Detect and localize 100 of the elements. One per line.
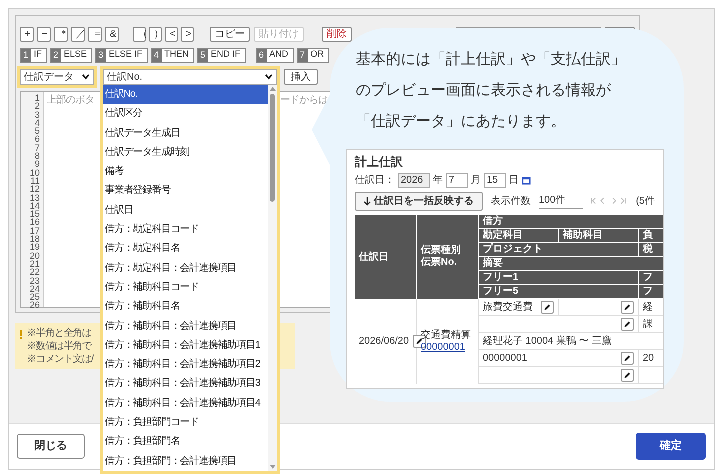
preview-title: 計上仕訳	[355, 154, 404, 170]
operator-button[interactable]: （	[133, 26, 146, 42]
pencil-icon	[624, 354, 631, 362]
day-unit: 日	[509, 174, 519, 188]
dropdown-option[interactable]: 借方：補助科目：会計連携補助項目3	[103, 374, 268, 394]
dropdown-option[interactable]: 借方：勘定科目名	[103, 239, 268, 259]
calendar-icon[interactable]	[522, 176, 531, 184]
field-select[interactable]: 仕訳No.	[103, 69, 277, 85]
header-cell: 勘定科目	[479, 229, 559, 243]
operator-button[interactable]: +	[20, 26, 34, 42]
category-select[interactable]: 仕訳データ	[20, 69, 94, 85]
chevron-down-icon	[82, 74, 90, 80]
operator-button[interactable]: >	[181, 26, 194, 42]
header-cell: 摘要	[479, 257, 663, 271]
logic-button[interactable]: 5 END IF	[197, 48, 246, 62]
dropdown-option[interactable]: 仕訳日	[103, 200, 268, 220]
date-label: 仕訳日：	[355, 174, 395, 188]
pencil-icon	[624, 304, 631, 310]
dropdown-option[interactable]: 借方：負担部門：会計連携項目	[103, 452, 268, 471]
pencil-icon	[624, 320, 631, 328]
date-text: 2026/06/20	[359, 335, 410, 349]
month-field[interactable]: 7	[446, 172, 468, 188]
operator-button[interactable]: ）	[149, 26, 162, 42]
dropdown-option[interactable]: 借方：補助科目：会計連携項目	[103, 316, 268, 336]
pencil-icon	[624, 372, 631, 378]
dropdown-option[interactable]: 借方：負担部門コード	[103, 413, 268, 432]
slip-number-link[interactable]: 00000001	[421, 342, 474, 354]
callout-text: 基本的には「計上仕訳」や「支払仕訳」	[355, 50, 627, 70]
callout-text: 「仕訳データ」にあたります。	[355, 112, 567, 132]
scrollbar[interactable]	[268, 85, 277, 471]
cell-text: 20	[643, 352, 654, 366]
edit-button[interactable]	[621, 300, 634, 314]
header-cell: 補助科目	[559, 229, 639, 243]
pager-text: (5件	[636, 194, 655, 208]
cell-text: 00000001	[483, 352, 528, 366]
logic-button[interactable]: 4 THEN	[150, 48, 194, 62]
cell-text: 課	[643, 318, 653, 332]
logic-button[interactable]: 7 OR	[296, 48, 330, 62]
operator-button[interactable]: ＝	[88, 26, 102, 42]
dropdown-option[interactable]: 借方：勘定科目コード	[103, 220, 268, 240]
logic-button[interactable]: 6 AND	[256, 48, 294, 62]
placeholder-text: ードからは	[280, 94, 328, 108]
edit-button[interactable]: コピー	[210, 26, 250, 42]
operator-button[interactable]: ＊	[54, 26, 68, 42]
dropdown-option[interactable]: 事業者登録番号	[103, 181, 268, 201]
header-cell: フ	[639, 271, 663, 285]
slip-type-text: 交通費精算	[421, 330, 472, 342]
count-select[interactable]: 100件	[539, 193, 584, 209]
dropdown-option[interactable]: 借方：補助科目：会計連携補助項目1	[103, 336, 268, 356]
insert-button[interactable]: 挿入	[284, 69, 318, 85]
header-cell: 税	[639, 243, 663, 257]
close-button[interactable]: 閉じる	[17, 434, 85, 459]
confirm-button[interactable]: 確定	[636, 433, 706, 460]
header-cell: 借方	[479, 215, 663, 229]
dropdown-option[interactable]: 備考	[103, 162, 268, 182]
delete-button[interactable]: 削除	[322, 26, 352, 42]
dropdown-option[interactable]: 仕訳区分	[103, 104, 268, 124]
pencil-icon	[544, 304, 551, 310]
dropdown-option[interactable]: 借方：補助科目：会計連携補助項目2	[103, 355, 268, 374]
year-field[interactable]: 2026	[398, 172, 430, 188]
logic-button[interactable]: 3 ELSE IF	[95, 48, 148, 62]
month-unit: 月	[471, 174, 481, 188]
logic-button[interactable]: 2 ELSE	[50, 48, 92, 62]
header-cell: フリー1	[479, 271, 639, 285]
edit-button[interactable]	[621, 318, 634, 330]
dropdown-option[interactable]: 仕訳データ生成日	[103, 124, 268, 143]
cell-text: 経	[643, 300, 653, 314]
dropdown-option[interactable]: 借方：勘定科目：会計連携項目	[103, 258, 268, 278]
header-cell: フ	[639, 285, 663, 299]
cell-text: 旅費交通費	[483, 300, 533, 314]
apply-date-button[interactable]: 仕訳日を一括反映する	[355, 192, 483, 210]
pager-arrows-icon	[591, 197, 628, 205]
down-arrow-icon	[364, 196, 371, 206]
operator-button[interactable]: −	[37, 26, 51, 42]
header-cell: 負	[639, 229, 663, 243]
dropdown-option[interactable]: 借方：補助科目名	[103, 297, 268, 317]
callout-text: のプレビュー画面に表示される情報が	[355, 81, 612, 101]
operator-button[interactable]: <	[165, 26, 178, 42]
dropdown-option[interactable]: 仕訳データ生成時刻	[103, 142, 268, 162]
header-cell: プロジェクト	[479, 243, 639, 257]
note-text: ※半角と全角は	[27, 327, 92, 340]
note-text: ※数値は半角で	[27, 340, 93, 353]
dropdown-option[interactable]: 借方：補助科目コード	[103, 278, 268, 298]
header-cell: 仕訳日	[355, 215, 417, 299]
edit-button[interactable]	[541, 300, 554, 314]
count-label: 表示件数	[491, 194, 531, 208]
line-numbers: 1 2 3 4 5 6 7 8 9 10 11 12 13 14 15 16 17 18 19 20 21 22 23 24 25 26	[21, 92, 44, 307]
note-text: ※コメント文は/	[27, 353, 94, 366]
logic-button[interactable]: 1 IF	[20, 48, 47, 62]
dropdown-option[interactable]: 借方：補助科目：会計連携補助項目4	[103, 394, 268, 414]
chevron-down-icon	[265, 74, 273, 80]
day-field[interactable]: 15	[484, 172, 506, 188]
placeholder-text: 上部のボタ	[47, 94, 94, 108]
operator-button[interactable]: &	[105, 26, 119, 42]
header-cell: 伝票種別 伝票No.	[417, 215, 479, 299]
dropdown-option[interactable]: 借方：負担部門名	[103, 432, 268, 452]
edit-button[interactable]	[621, 352, 634, 364]
year-unit: 年	[433, 174, 443, 188]
edit-button[interactable]	[621, 368, 634, 382]
dropdown-option[interactable]: 仕訳No.	[103, 85, 268, 104]
